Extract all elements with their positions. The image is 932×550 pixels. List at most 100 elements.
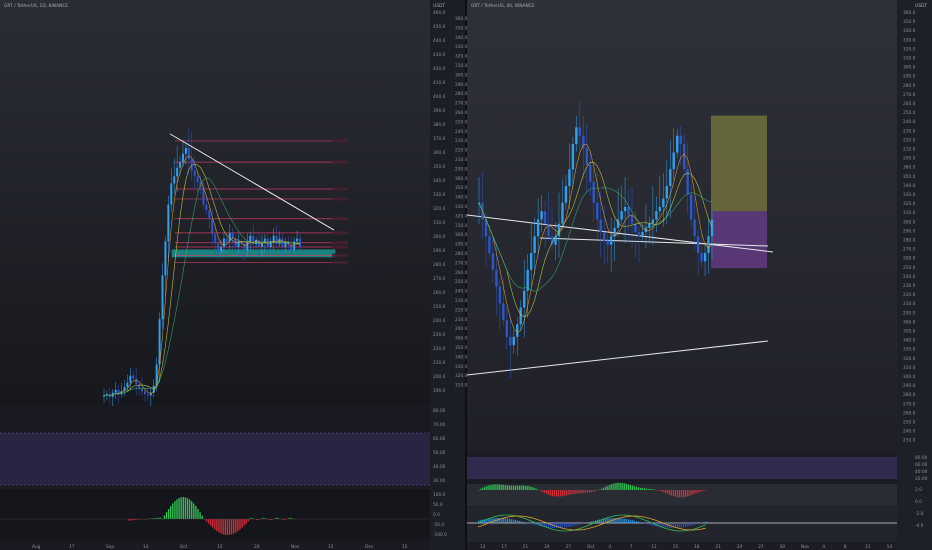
right-candle-body: [491, 253, 495, 270]
right-hist-bar: [482, 487, 484, 490]
left-y-tick-label: 230.0: [433, 332, 446, 338]
right-time-axis[interactable]: [467, 542, 897, 550]
right-macd-bar: [695, 523, 697, 525]
left-chart-pane[interactable]: GRT / TetherUS, 1D, BINANCE 299.0 USDT 4…: [0, 0, 465, 550]
left-y-tick-label: 200.0: [433, 374, 446, 380]
right-candle-body: [700, 253, 703, 262]
left-candle-body: [187, 148, 190, 160]
right-macd-bar: [586, 522, 588, 523]
right-hist-bar: [699, 490, 701, 492]
right-macd-bar: [492, 518, 494, 523]
right-x-tick-label: Oct: [587, 544, 595, 550]
right-macd-bar: [693, 523, 695, 525]
right-hist-bar: [668, 490, 670, 495]
left-candle-body: [211, 218, 214, 235]
right-x-tick-label: 11: [865, 544, 871, 550]
left-symbol-legend: GRT / TetherUS, 1D, BINANCE: [4, 3, 68, 9]
left-hist-bar: [159, 517, 161, 519]
right-hist-bar: [502, 484, 504, 490]
resistance-label-box: [332, 160, 348, 165]
left-rsi-band: [0, 433, 430, 485]
right-macd-bar: [648, 523, 650, 525]
left-candle-body: [173, 176, 176, 184]
resistance-label-box: [332, 196, 348, 201]
right-macd-bar: [619, 518, 621, 523]
right-macd-bar: [504, 518, 506, 523]
right-y-tick-label: 300.0: [903, 219, 916, 225]
right-inner-y-label: 240.0: [455, 289, 468, 295]
right-symbol-legend: GRT / TetherUS, 4h, BINANCE: [471, 3, 535, 9]
left-hist-bar: [186, 498, 189, 519]
right-hist-bar: [533, 487, 535, 490]
right-hist-bar: [613, 483, 615, 490]
left-hist-bar: [239, 519, 241, 530]
left-candle-body: [296, 238, 299, 242]
right-macd-bar: [685, 523, 687, 527]
right-price-area[interactable]: [467, 0, 897, 452]
right-rsi-label: 20.00: [915, 476, 928, 482]
right-hist-bar: [512, 485, 515, 490]
right-y-tick-label: 290.0: [903, 74, 916, 80]
right-macd-bar: [498, 518, 500, 523]
right-candle-body: [672, 152, 675, 170]
right-macd-bar: [529, 523, 531, 524]
right-candle-body: [596, 202, 599, 220]
resistance-label-box: [332, 187, 348, 192]
left-candle-body: [193, 170, 196, 177]
left-hist-bar: [180, 497, 182, 519]
right-candle-body: [658, 206, 662, 212]
right-macd-bar: [566, 523, 568, 528]
right-hist-bar: [568, 490, 570, 495]
right-macd-bar: [683, 523, 685, 528]
chart-workspace: GRT / TetherUS, 1D, BINANCE 299.0 USDT 4…: [0, 0, 932, 550]
right-hist-bar: [687, 490, 689, 497]
left-rsi-label: 70.00: [433, 422, 446, 428]
right-y-tick-label: 300.0: [903, 65, 916, 71]
left-hist-bar: [230, 519, 233, 535]
right-candle-body: [637, 232, 641, 237]
left-y-tick-label: 340.0: [433, 178, 446, 184]
resistance-label-box: [332, 230, 348, 235]
left-candle-body: [132, 375, 135, 379]
right-y-tick-label: 280.0: [903, 83, 916, 89]
right-hist-bar: [607, 485, 609, 490]
right-hist-bar: [537, 489, 539, 491]
right-y-tick-label: 200.0: [903, 156, 916, 162]
right-y-tick-label: 350.0: [903, 329, 916, 335]
right-y-tick-label: 240.0: [903, 429, 916, 435]
right-candle-body: [696, 236, 700, 254]
right-chart-pane[interactable]: GRT / TetherUS, 4h, BINANCE 324.8298.028…: [455, 0, 932, 550]
right-macd-bar: [523, 522, 525, 523]
left-hist-bar: [174, 501, 176, 519]
right-inner-y-label: 320.0: [455, 54, 468, 60]
left-y-tick-label: 460.0: [433, 10, 446, 16]
right-inner-y-label: 270.0: [455, 260, 468, 266]
left-macd-label: 50.0: [433, 502, 443, 508]
right-x-tick-label: 24: [737, 544, 743, 550]
right-inner-y-label: 320.0: [455, 213, 468, 219]
left-candle-body: [246, 241, 249, 250]
right-hist-bar: [650, 488, 652, 490]
right-hist-bar: [631, 485, 634, 490]
left-price-area[interactable]: [0, 0, 430, 405]
left-y-tick-label: 420.0: [433, 66, 446, 72]
right-macd-bar: [514, 520, 517, 523]
right-inner-y-label: 290.0: [455, 242, 468, 248]
right-y-tick-label: 280.0: [903, 238, 916, 244]
right-candle-body: [641, 232, 644, 237]
right-hist-bar: [539, 490, 541, 491]
right-macd-bar: [639, 522, 642, 523]
right-candle-body: [592, 181, 595, 203]
support-zone: [171, 249, 336, 258]
right-hist-bar: [531, 487, 533, 490]
left-macd-panel[interactable]: [0, 489, 430, 541]
right-hist-bar: [560, 490, 562, 497]
left-candle-body: [208, 210, 211, 219]
right-hist-bar: [496, 484, 498, 490]
right-hist-bar: [693, 490, 695, 495]
right-inner-y-label: 300.0: [455, 72, 468, 78]
left-y-tick-label: 260.0: [433, 290, 446, 296]
right-hist-bar: [701, 490, 703, 492]
right-macd-bar: [680, 523, 683, 528]
right-x-tick-label: 18: [694, 544, 700, 550]
